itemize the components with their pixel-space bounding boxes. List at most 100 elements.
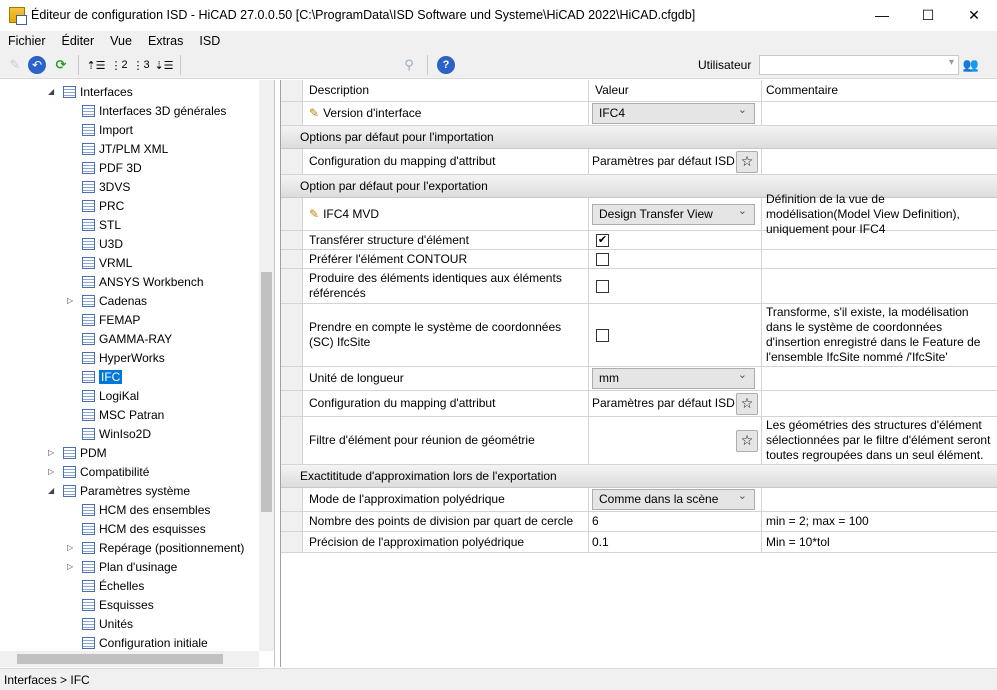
minimize-button[interactable]: — [859, 0, 905, 30]
tree-item[interactable]: ◢ Paramètres système [48, 481, 190, 500]
tree-item[interactable]: U3D [82, 234, 123, 253]
collapsed-arrow-icon[interactable]: ▷ [67, 296, 73, 305]
row-gutter [281, 198, 303, 230]
tree-item[interactable]: ▷ Compatibilité [48, 462, 149, 481]
collapsed-arrow-icon[interactable]: ▷ [67, 543, 73, 552]
tree-item[interactable]: ◢ Interfaces [48, 82, 133, 101]
header-commentaire[interactable]: Commentaire [762, 80, 997, 101]
value-cell[interactable] [589, 269, 762, 303]
value-combobox[interactable]: mm [592, 368, 755, 389]
menu-editer[interactable]: Éditer [54, 34, 103, 48]
tree-item[interactable]: WinIso2D [82, 424, 151, 443]
tree-horizontal-scrollbar[interactable] [0, 651, 259, 667]
tree-item[interactable]: Unités [82, 614, 133, 633]
value-cell[interactable]: ✔ [589, 231, 762, 249]
favorite-star-button[interactable]: ☆ [736, 150, 758, 173]
tree-item[interactable]: HCM des esquisses [82, 519, 206, 538]
favorite-star-button[interactable]: ☆ [736, 429, 758, 452]
menu-extras[interactable]: Extras [140, 34, 191, 48]
close-button[interactable]: ✕ [951, 0, 997, 30]
tree-item[interactable]: LogiKal [82, 386, 139, 405]
help-icon[interactable]: ? [437, 56, 455, 74]
value-cell[interactable]: Paramètres par défaut ISD ☆ [589, 149, 762, 174]
tree-item-label: HCM des ensembles [99, 502, 211, 517]
tree-item[interactable]: ▷ PDM [48, 443, 107, 462]
value-cell[interactable]: 0.1 [589, 532, 762, 552]
favorite-star-button[interactable]: ☆ [736, 392, 758, 415]
tree-item[interactable]: Configuration initiale [82, 633, 208, 652]
value-checkbox[interactable]: ✔ [596, 233, 609, 247]
tree-vertical-scrollbar[interactable] [259, 80, 274, 651]
collapsed-arrow-icon[interactable]: ▷ [48, 448, 54, 457]
header-valeur[interactable]: Valeur [589, 80, 762, 101]
scroll-thumb[interactable] [17, 654, 223, 664]
value-cell[interactable] [589, 304, 762, 366]
tree-item[interactable]: Import [82, 120, 133, 139]
table-icon [82, 389, 95, 402]
value-cell[interactable]: Comme dans la scène [589, 488, 762, 511]
tree-item[interactable]: HyperWorks [82, 348, 165, 367]
tree-item[interactable]: Esquisses [82, 595, 154, 614]
table-icon [82, 123, 95, 136]
value-cell[interactable]: ☆ [589, 417, 762, 464]
grid-row: Préférer l'élément CONTOUR [281, 250, 997, 269]
tree-item[interactable]: ANSYS Workbench [82, 272, 204, 291]
group-header[interactable]: Options par défaut pour l'importation [281, 126, 997, 149]
description-cell: Nombre des points de division par quart … [303, 512, 589, 531]
collapsed-arrow-icon[interactable]: ▷ [67, 562, 73, 571]
collapsed-arrow-icon[interactable]: ▷ [48, 467, 54, 476]
value-checkbox[interactable] [596, 279, 609, 293]
description-cell: Prendre en compte le système de coordonn… [303, 304, 589, 366]
user-select[interactable] [759, 55, 959, 75]
value-cell[interactable]: mm [589, 367, 762, 390]
tree-item[interactable]: STL [82, 215, 121, 234]
maximize-button[interactable]: ☐ [905, 0, 951, 30]
value-text[interactable]: 0.1 [592, 535, 609, 550]
tree-item[interactable]: PRC [82, 196, 124, 215]
undo-icon[interactable]: ↶ [28, 56, 46, 74]
tree-item[interactable]: PDF 3D [82, 158, 142, 177]
value-text[interactable]: 6 [592, 514, 599, 529]
menu-isd[interactable]: ISD [191, 34, 228, 48]
tree-item[interactable]: MSC Patran [82, 405, 164, 424]
tree-item[interactable]: JT/PLM XML [82, 139, 168, 158]
collapse-all-icon[interactable]: ⇡☰ [86, 56, 106, 74]
expand-all-icon[interactable]: ⇣☰ [154, 56, 174, 74]
tree-item[interactable]: HCM des ensembles [82, 500, 210, 519]
tree-item[interactable]: ▷ Repérage (positionnement) [67, 538, 244, 557]
tree-item[interactable]: ▷ Plan d'usinage [67, 557, 177, 576]
value-cell[interactable]: Paramètres par défaut ISD ☆ [589, 391, 762, 416]
menu-fichier[interactable]: Fichier [0, 34, 54, 48]
value-cell[interactable]: IFC4 [589, 102, 762, 125]
binoculars-icon[interactable]: ⚲ [400, 56, 418, 74]
level-2-icon[interactable]: ⋮ 2 [110, 56, 128, 74]
value-cell[interactable]: Design Transfer View [589, 198, 762, 230]
menu-bar: Fichier Éditer Vue Extras ISD [0, 31, 997, 51]
tree-item[interactable]: FEMAP [82, 310, 140, 329]
edit-pencil-icon[interactable]: ✎ [6, 56, 24, 74]
expanded-arrow-icon[interactable]: ◢ [48, 486, 54, 495]
level-3-icon[interactable]: ⋮ 3 [132, 56, 150, 74]
tree-item[interactable]: IFC [82, 367, 123, 386]
tree-item[interactable]: 3DVS [82, 177, 130, 196]
value-combobox[interactable]: Comme dans la scène [592, 489, 755, 510]
tree-item[interactable]: Interfaces 3D générales [82, 101, 226, 120]
value-cell[interactable]: 6 [589, 512, 762, 531]
expanded-arrow-icon[interactable]: ◢ [48, 87, 54, 96]
tree-item[interactable]: VRML [82, 253, 132, 272]
refresh-icon[interactable]: ⟳ [52, 56, 70, 74]
header-description[interactable]: Description [303, 80, 589, 101]
value-cell[interactable] [589, 250, 762, 268]
users-icon[interactable]: 👥 [962, 56, 980, 74]
group-header[interactable]: Exactititude d'approximation lors de l'e… [281, 465, 997, 488]
tree-item[interactable]: ▷ Cadenas [67, 291, 147, 310]
value-combobox[interactable]: IFC4 [592, 103, 755, 124]
scroll-thumb[interactable] [261, 272, 272, 512]
tree-item[interactable]: GAMMA-RAY [82, 329, 172, 348]
value-checkbox[interactable] [596, 252, 609, 266]
tree-item[interactable]: Échelles [82, 576, 144, 595]
menu-vue[interactable]: Vue [102, 34, 140, 48]
value-checkbox[interactable] [596, 328, 609, 342]
value-combobox[interactable]: Design Transfer View [592, 203, 755, 225]
table-icon [82, 199, 95, 212]
